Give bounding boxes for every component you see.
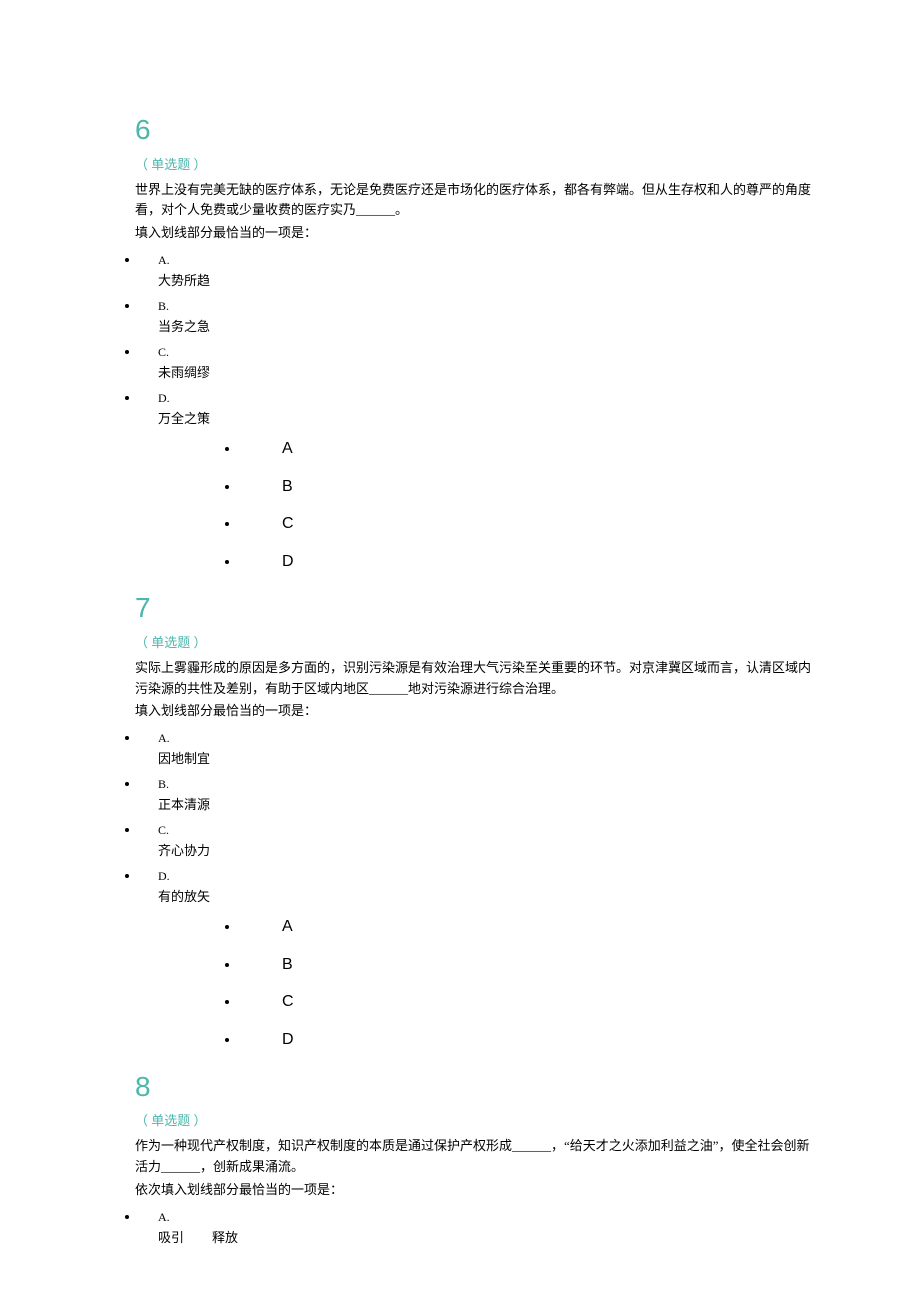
question-type-label: （ 单选题 ） <box>135 1111 880 1132</box>
option-letter: B. <box>158 775 880 794</box>
answer-choice-list: A B C D <box>40 436 880 574</box>
option-item: B. 当务之急 <box>140 296 880 338</box>
question-stem: 实际上雾霾形成的原因是多方面的，识别污染源是有效治理大气污染至关重要的环节。对京… <box>135 658 820 700</box>
answer-letter: B <box>282 952 293 978</box>
option-item: A. 因地制宜 <box>140 728 880 770</box>
option-letter: D. <box>158 867 880 886</box>
options-list: A. 大势所趋 B. 当务之急 C. 未雨绸缪 D. 万全之策 <box>40 250 880 430</box>
answer-choice-list: A B C D <box>40 914 880 1052</box>
answer-letter: C <box>282 511 294 537</box>
option-item: C. 齐心协力 <box>140 820 880 862</box>
option-letter: C. <box>158 343 880 362</box>
answer-choice[interactable]: B <box>240 952 880 978</box>
question-prompt: 填入划线部分最恰当的一项是： <box>135 223 880 244</box>
options-list: A. 因地制宜 B. 正本清源 C. 齐心协力 D. 有的放矢 <box>40 728 880 908</box>
question-type-label: （ 单选题 ） <box>135 633 880 654</box>
answer-choice[interactable]: C <box>240 989 880 1015</box>
option-letter: D. <box>158 389 880 408</box>
answer-letter: D <box>282 1027 294 1053</box>
option-text: 有的放矢 <box>158 887 880 908</box>
question-stem: 世界上没有完美无缺的医疗体系，无论是免费医疗还是市场化的医疗体系，都各有弊端。但… <box>135 180 820 222</box>
option-text: 当务之急 <box>158 317 880 338</box>
question-prompt: 依次填入划线部分最恰当的一项是： <box>135 1180 880 1201</box>
answer-letter: A <box>282 436 293 462</box>
option-letter: A. <box>158 251 880 270</box>
option-item: C. 未雨绸缪 <box>140 342 880 384</box>
option-text-part: 释放 <box>212 1230 238 1245</box>
answer-choice[interactable]: A <box>240 436 880 462</box>
answer-letter: B <box>282 474 293 500</box>
question-number: 8 <box>135 1065 880 1110</box>
question-stem: 作为一种现代产权制度，知识产权制度的本质是通过保护产权形成______，“给天才… <box>135 1136 820 1178</box>
option-item: B. 正本清源 <box>140 774 880 816</box>
option-text: 未雨绸缪 <box>158 363 880 384</box>
answer-choice[interactable]: D <box>240 1027 880 1053</box>
question-number: 6 <box>135 108 880 153</box>
option-item: A. 吸引 释放 <box>140 1207 880 1249</box>
option-text: 大势所趋 <box>158 271 880 292</box>
option-item: D. 有的放矢 <box>140 866 880 908</box>
question-number: 7 <box>135 586 880 631</box>
option-letter: C. <box>158 821 880 840</box>
answer-choice[interactable]: D <box>240 549 880 575</box>
answer-choice[interactable]: C <box>240 511 880 537</box>
option-letter: B. <box>158 297 880 316</box>
option-letter: A. <box>158 1208 880 1227</box>
answer-choice[interactable]: B <box>240 474 880 500</box>
option-text-part: 吸引 <box>158 1230 184 1245</box>
question-prompt: 填入划线部分最恰当的一项是： <box>135 701 880 722</box>
option-text: 因地制宜 <box>158 749 880 770</box>
answer-letter: C <box>282 989 294 1015</box>
answer-letter: A <box>282 914 293 940</box>
option-text: 万全之策 <box>158 409 880 430</box>
option-item: A. 大势所趋 <box>140 250 880 292</box>
question-type-label: （ 单选题 ） <box>135 155 880 176</box>
option-item: D. 万全之策 <box>140 388 880 430</box>
options-list: A. 吸引 释放 <box>40 1207 880 1249</box>
option-text: 齐心协力 <box>158 841 880 862</box>
option-letter: A. <box>158 729 880 748</box>
answer-choice[interactable]: A <box>240 914 880 940</box>
answer-letter: D <box>282 549 294 575</box>
option-text: 正本清源 <box>158 795 880 816</box>
option-text: 吸引 释放 <box>158 1228 880 1249</box>
